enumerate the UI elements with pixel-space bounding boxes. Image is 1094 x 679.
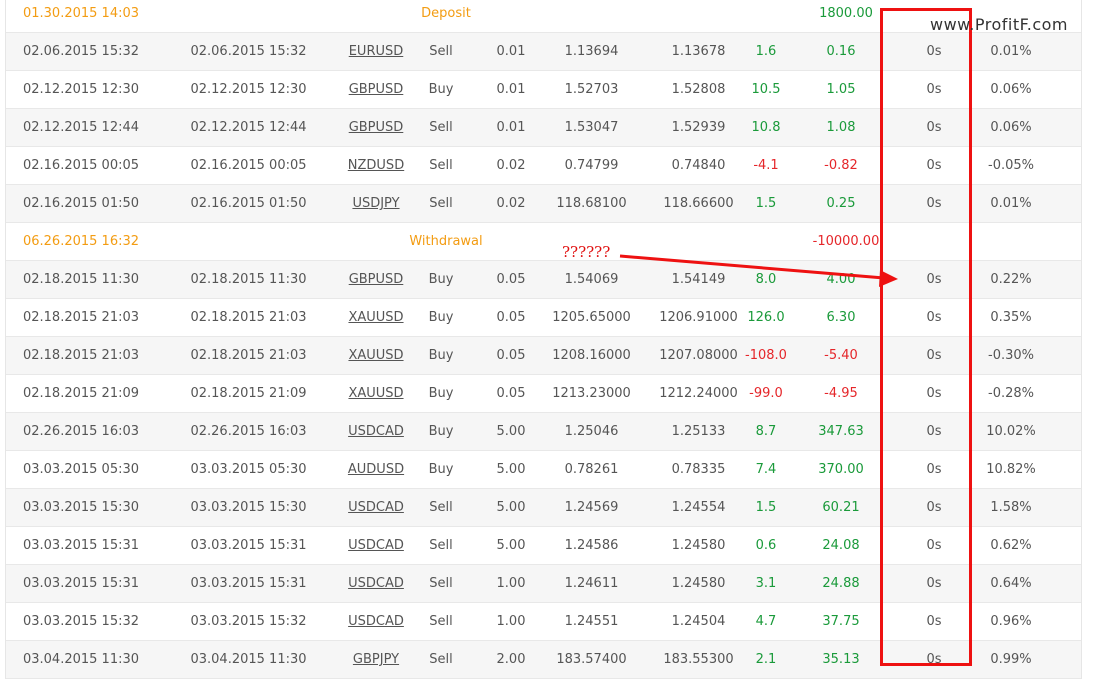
annotation-arrow-icon xyxy=(619,254,898,287)
